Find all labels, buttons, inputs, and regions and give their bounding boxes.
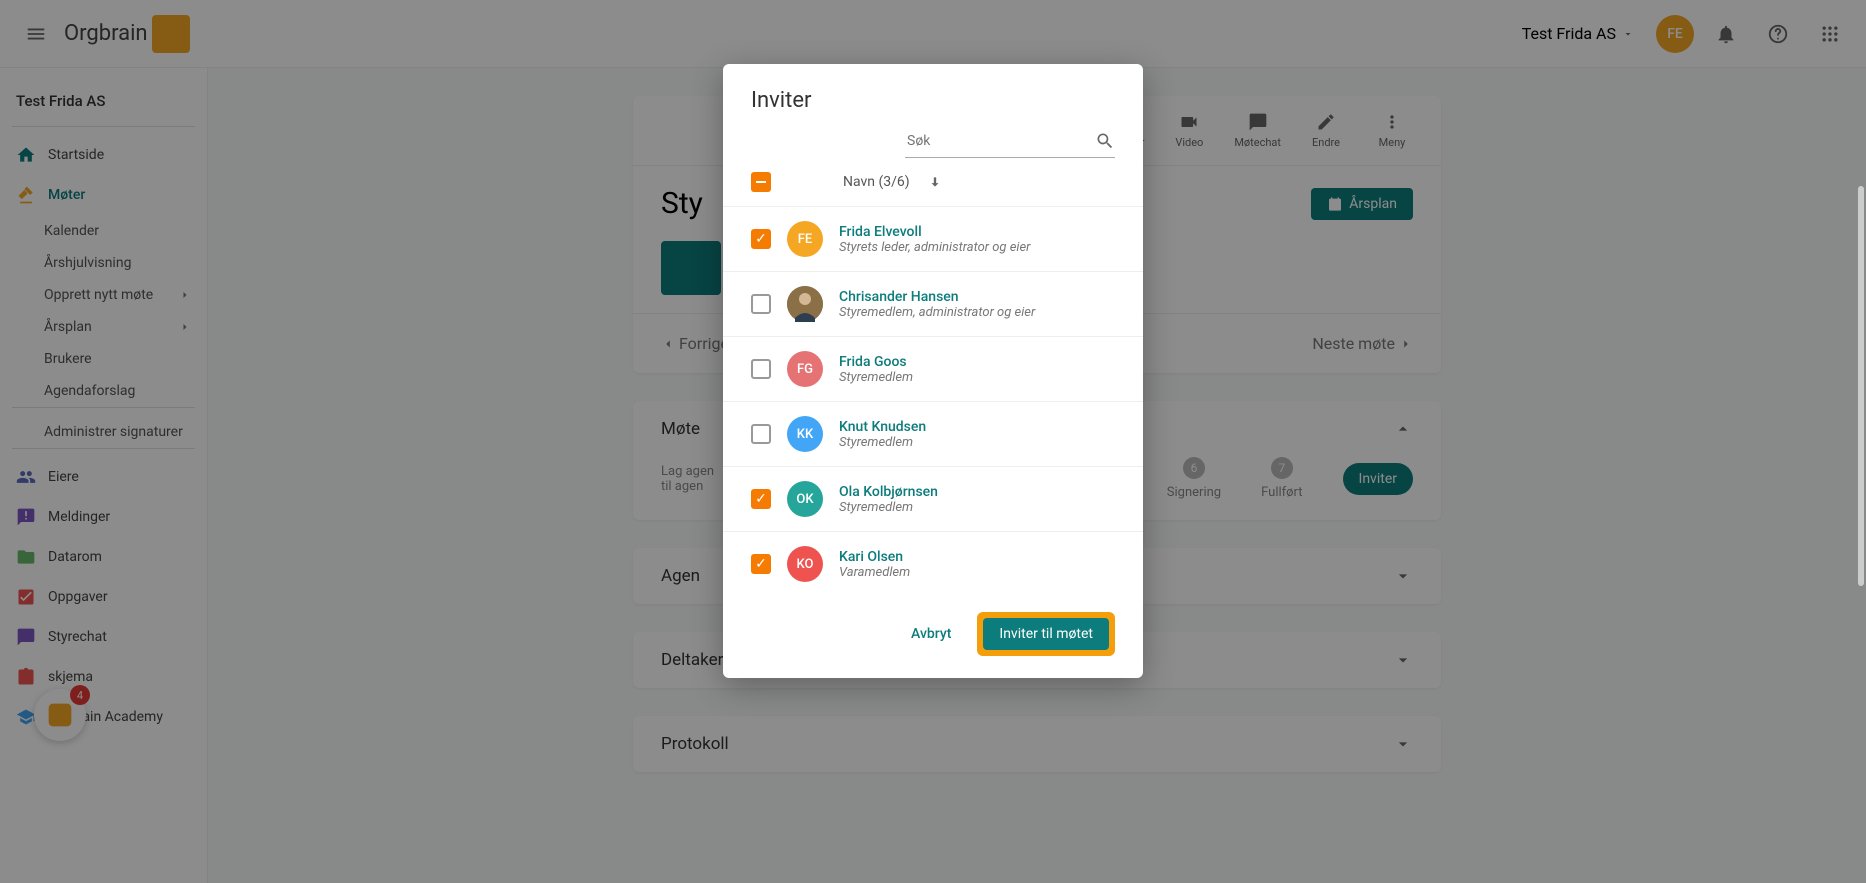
person-row[interactable]: FE Frida Elvevoll Styrets leder, adminis… <box>723 206 1143 271</box>
person-row[interactable]: KO Kari Olsen Varamedlem <box>723 531 1143 594</box>
person-row[interactable]: KK Knut Knudsen Styremedlem <box>723 401 1143 466</box>
person-role: Styremedlem, administrator og eier <box>839 305 1035 320</box>
search-input[interactable] <box>905 129 1095 153</box>
modal-title: Inviter <box>723 64 1143 125</box>
select-all-checkbox[interactable] <box>751 172 771 192</box>
search-input-wrapper <box>905 125 1115 158</box>
person-avatar <box>787 286 823 322</box>
person-checkbox[interactable] <box>751 424 771 444</box>
cancel-button[interactable]: Avbryt <box>899 618 963 650</box>
person-checkbox[interactable] <box>751 294 771 314</box>
person-role: Styremedlem <box>839 435 926 450</box>
modal-overlay[interactable]: Inviter Navn (3/6) FE Frida Elvevoll Sty… <box>0 0 1866 883</box>
person-avatar: FG <box>787 351 823 387</box>
invite-modal: Inviter Navn (3/6) FE Frida Elvevoll Sty… <box>723 64 1143 678</box>
person-avatar: KK <box>787 416 823 452</box>
sort-arrow-icon[interactable] <box>928 175 942 189</box>
person-role: Styremedlem <box>839 500 938 515</box>
person-name: Frida Goos <box>839 354 913 370</box>
person-checkbox[interactable] <box>751 229 771 249</box>
person-checkbox[interactable] <box>751 359 771 379</box>
person-name: Chrisander Hansen <box>839 289 1035 305</box>
person-avatar: KO <box>787 546 823 582</box>
person-name: Ola Kolbjørnsen <box>839 484 938 500</box>
tutorial-highlight: Inviter til møtet <box>977 612 1115 656</box>
search-icon <box>1095 131 1115 151</box>
people-list-header: Navn (3/6) <box>723 158 1143 206</box>
person-name: Frida Elvevoll <box>839 224 1030 240</box>
invite-confirm-button[interactable]: Inviter til møtet <box>983 618 1109 650</box>
person-checkbox[interactable] <box>751 489 771 509</box>
header-name-label: Navn (3/6) <box>843 174 910 190</box>
person-name: Kari Olsen <box>839 549 910 565</box>
person-row[interactable]: OK Ola Kolbjørnsen Styremedlem <box>723 466 1143 531</box>
person-avatar: OK <box>787 481 823 517</box>
person-role: Styrets leder, administrator og eier <box>839 240 1030 255</box>
person-row[interactable]: FG Frida Goos Styremedlem <box>723 336 1143 401</box>
person-role: Styremedlem <box>839 370 913 385</box>
person-checkbox[interactable] <box>751 554 771 574</box>
people-list: FE Frida Elvevoll Styrets leder, adminis… <box>723 206 1143 594</box>
person-row[interactable]: Chrisander Hansen Styremedlem, administr… <box>723 271 1143 336</box>
person-avatar: FE <box>787 221 823 257</box>
person-name: Knut Knudsen <box>839 419 926 435</box>
person-role: Varamedlem <box>839 565 910 580</box>
